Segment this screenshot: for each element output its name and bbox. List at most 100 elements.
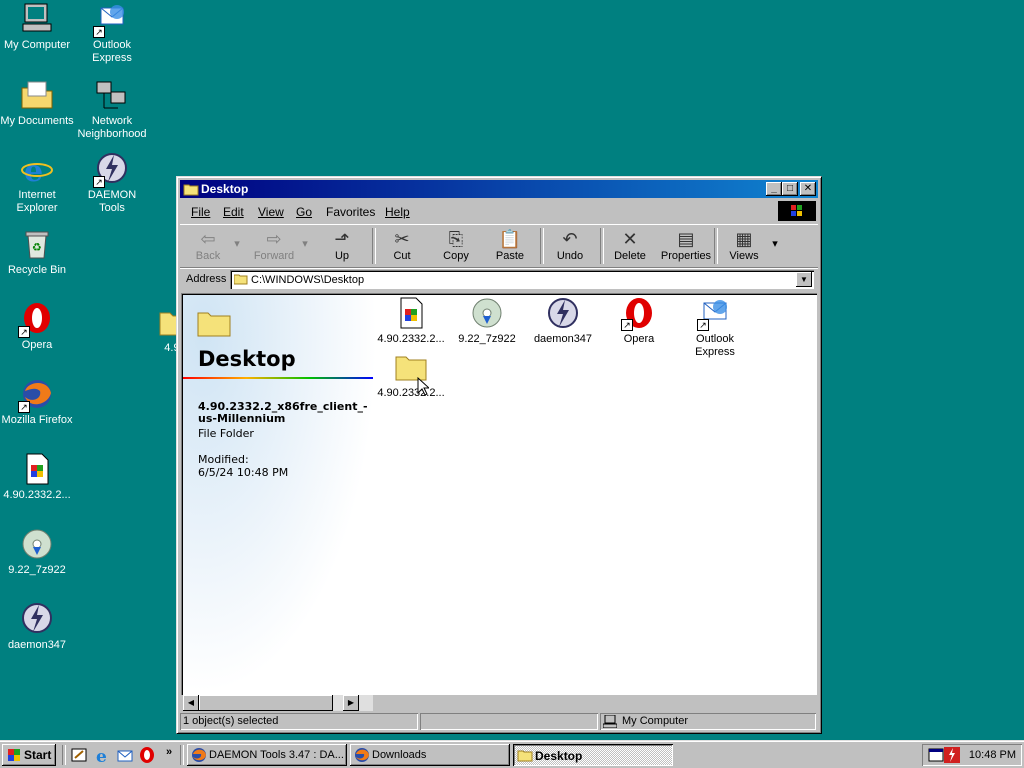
close-button[interactable]: ✕ xyxy=(800,182,816,196)
desktop-icon-label: 4.90.2332.2... xyxy=(3,489,71,501)
desktop-icon-label: 9.22_7z922 xyxy=(8,564,66,576)
menu-view[interactable]: View xyxy=(258,205,284,219)
file-item-label: 4.90.2332.2... xyxy=(377,333,445,345)
forward-button[interactable]: ⇨ Forward xyxy=(248,228,300,262)
selected-item-type: File Folder xyxy=(198,427,254,440)
desktop-icon-my-computer[interactable]: My Computer xyxy=(0,2,74,52)
svg-text:e: e xyxy=(24,154,43,186)
task-label: Desktop xyxy=(535,749,583,763)
undo-icon: ↶ xyxy=(562,229,578,249)
address-bar: Address C:\WINDOWS\Desktop ▼ xyxy=(180,268,818,291)
selected-item-modified: Modified: 6/5/24 10:48 PM xyxy=(198,453,288,479)
up-button[interactable]: ⬏ Up xyxy=(316,228,368,262)
address-input[interactable]: C:\WINDOWS\Desktop ▼ xyxy=(230,270,814,289)
minimize-button[interactable]: _ xyxy=(766,182,782,196)
task-daemon-tools[interactable]: DAEMON Tools 3.47 : DA... xyxy=(187,744,347,766)
outlook-express-icon[interactable] xyxy=(116,746,134,764)
file-item[interactable]: 4.90.2332.2... xyxy=(373,297,449,346)
file-item[interactable]: 9.22_7z922 xyxy=(449,297,525,346)
file-item[interactable]: daemon347 xyxy=(525,297,601,346)
desktop-icon-daemon-tools[interactable]: DAEMON Tools xyxy=(75,152,149,215)
horizontal-scrollbar[interactable]: ◀ ▶ xyxy=(183,695,373,711)
7zip-installer-icon xyxy=(20,527,54,561)
maximize-button[interactable]: □ xyxy=(782,182,798,196)
desktop-icon-label: daemon347 xyxy=(7,639,67,651)
desktop-icon-label: Opera xyxy=(21,339,53,351)
menu-file[interactable]: File xyxy=(191,205,210,219)
status-empty xyxy=(420,713,598,730)
taskbar-separator xyxy=(180,745,184,765)
desktop-icon-internet-explorer[interactable]: e Internet Explorer xyxy=(0,152,74,215)
daemon-tools-icon xyxy=(547,297,579,329)
chevron-icon[interactable]: » xyxy=(166,746,172,758)
views-dropdown[interactable]: ▾ xyxy=(768,237,782,250)
back-dropdown[interactable]: ▾ xyxy=(230,237,244,250)
scroll-thumb[interactable] xyxy=(199,695,333,711)
folder-view[interactable]: Desktop 4.90.2332.2_x86fre_client_-us-Mi… xyxy=(181,293,817,695)
menu-favorites[interactable]: Favorites xyxy=(326,205,375,219)
file-item[interactable]: Opera xyxy=(601,297,677,346)
file-item-label: Outlook Express xyxy=(695,333,735,358)
desktop-icon-network-neighborhood[interactable]: Network Neighborhood xyxy=(75,78,149,141)
file-item[interactable]: Outlook Express xyxy=(677,297,753,359)
undo-button[interactable]: ↶ Undo xyxy=(544,228,596,262)
task-desktop[interactable]: Desktop xyxy=(513,744,673,766)
desktop-icon-label: DAEMON Tools xyxy=(87,189,137,214)
daemon-tools-icon xyxy=(20,602,54,636)
address-dropdown-button[interactable]: ▼ xyxy=(796,272,812,287)
task-downloads[interactable]: Downloads xyxy=(350,744,510,766)
paste-button[interactable]: 📋 Paste xyxy=(484,228,536,262)
scissors-icon: ✂ xyxy=(394,229,410,249)
file-item-label: Opera xyxy=(623,333,655,345)
internet-explorer-icon[interactable]: e xyxy=(94,746,112,767)
back-button[interactable]: ⇦ Back xyxy=(182,228,234,262)
status-zone: My Computer xyxy=(600,713,816,730)
my-computer-icon xyxy=(602,714,618,734)
menu-edit[interactable]: Edit xyxy=(223,205,244,219)
folder-icon xyxy=(197,307,231,340)
forward-dropdown[interactable]: ▾ xyxy=(298,237,312,250)
setup-file-icon xyxy=(395,297,427,329)
forward-arrow-icon: ⇨ xyxy=(266,229,282,249)
cut-button[interactable]: ✂ Cut xyxy=(376,228,428,262)
desktop-icon-recycle-bin[interactable]: ♻ Recycle Bin xyxy=(0,227,74,277)
status-bar: 1 object(s) selected My Computer xyxy=(180,713,818,731)
7zip-installer-icon xyxy=(471,297,503,329)
file-item-selected[interactable]: 4.90.2332.2... xyxy=(373,351,449,400)
desktop-icon-label: Mozilla Firefox xyxy=(1,414,73,426)
scroll-left-button[interactable]: ◀ xyxy=(183,695,199,711)
title-bar[interactable]: Desktop _ □ ✕ xyxy=(180,180,818,198)
show-desktop-icon[interactable] xyxy=(70,746,88,764)
task-label: Downloads xyxy=(372,749,427,761)
desktop-icon-7zip-installer[interactable]: 9.22_7z922 xyxy=(0,527,74,577)
desktop-icon-setup-file[interactable]: 4.90.2332.2... xyxy=(0,452,74,502)
copy-button[interactable]: ⎘ Copy xyxy=(430,228,482,262)
folder-icon xyxy=(517,748,533,765)
desktop-icon-label: Outlook Express xyxy=(92,39,132,64)
desktop-icon-label: Internet Explorer xyxy=(16,189,58,214)
desktop-icon-label: My Documents xyxy=(0,115,74,127)
desktop-icon-my-documents[interactable]: My Documents xyxy=(0,78,74,128)
menu-go[interactable]: Go xyxy=(296,205,312,219)
my-documents-icon xyxy=(20,78,54,112)
start-button[interactable]: Start xyxy=(2,744,56,766)
daemon-tools-tray-icon[interactable] xyxy=(944,747,960,766)
desktop-icon-label: Network Neighborhood xyxy=(77,115,147,140)
desktop-icon-outlook-express[interactable]: Outlook Express xyxy=(75,2,149,65)
menu-help[interactable]: Help xyxy=(385,205,410,219)
views-button[interactable]: ▦ Views xyxy=(718,228,770,262)
outlook-express-icon xyxy=(93,2,129,38)
desktop-icon-opera[interactable]: Opera xyxy=(0,302,74,352)
rainbow-divider xyxy=(183,377,373,379)
opera-icon[interactable] xyxy=(138,746,156,764)
clock[interactable]: 10:48 PM xyxy=(969,749,1016,761)
desktop-icon-daemon347[interactable]: daemon347 xyxy=(0,602,74,652)
delete-button[interactable]: ✕ Delete xyxy=(604,228,656,262)
scroll-right-button[interactable]: ▶ xyxy=(343,695,359,711)
paste-icon: 📋 xyxy=(498,229,522,249)
explorer-window[interactable]: Desktop _ □ ✕ File Edit View Go Favorite… xyxy=(176,176,822,734)
properties-button[interactable]: ▤ Properties xyxy=(656,228,716,262)
system-tray: 10:48 PM xyxy=(922,744,1022,766)
desktop-icon-mozilla-firefox[interactable]: Mozilla Firefox xyxy=(0,377,74,427)
scheduler-icon[interactable] xyxy=(928,747,944,766)
